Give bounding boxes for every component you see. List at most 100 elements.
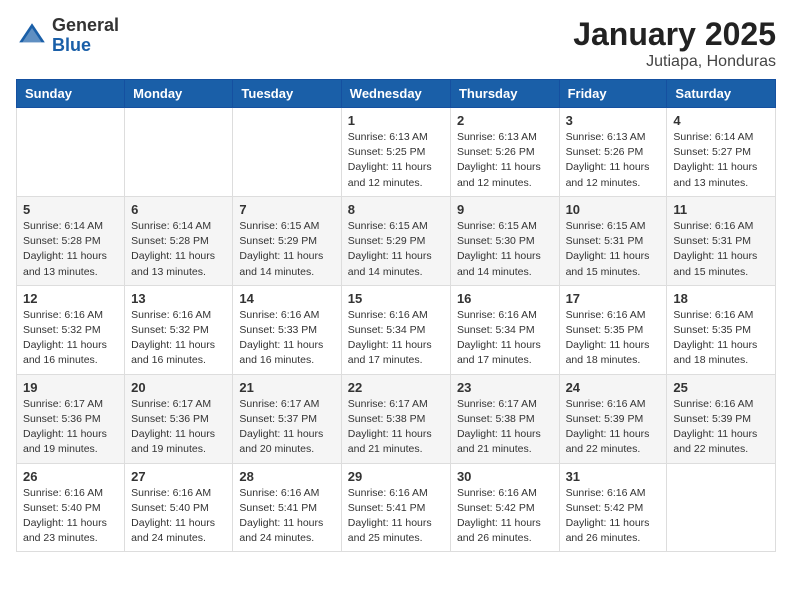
day-number: 22: [348, 380, 444, 395]
calendar-cell: 25 Sunrise: 6:16 AM Sunset: 5:39 PM Dayli…: [667, 374, 776, 463]
day-info: Sunrise: 6:16 AM Sunset: 5:40 PM Dayligh…: [23, 486, 118, 547]
day-header-thursday: Thursday: [450, 80, 559, 108]
calendar-cell: 13 Sunrise: 6:16 AM Sunset: 5:32 PM Dayli…: [125, 285, 233, 374]
calendar-cell: 16 Sunrise: 6:16 AM Sunset: 5:34 PM Dayli…: [450, 285, 559, 374]
day-number: 13: [131, 291, 226, 306]
calendar-cell: 7Sunrise: 6:15 AM Sunset: 5:29 PM Daylig…: [233, 196, 341, 285]
day-number: 15: [348, 291, 444, 306]
day-number: 24: [566, 380, 661, 395]
day-info: Sunrise: 6:16 AM Sunset: 5:32 PM Dayligh…: [131, 308, 226, 369]
day-number: 20: [131, 380, 226, 395]
day-number: 25: [673, 380, 769, 395]
day-info: Sunrise: 6:13 AM Sunset: 5:26 PM Dayligh…: [457, 130, 553, 191]
day-info: Sunrise: 6:16 AM Sunset: 5:41 PM Dayligh…: [348, 486, 444, 547]
day-number: 14: [239, 291, 334, 306]
page-header: General Blue January 2025 Jutiapa, Hondu…: [16, 16, 776, 71]
calendar-cell: 17 Sunrise: 6:16 AM Sunset: 5:35 PM Dayli…: [559, 285, 667, 374]
calendar-cell: [17, 108, 125, 197]
day-header-monday: Monday: [125, 80, 233, 108]
calendar-cell: 14 Sunrise: 6:16 AM Sunset: 5:33 PM Dayli…: [233, 285, 341, 374]
calendar-body: 1Sunrise: 6:13 AM Sunset: 5:25 PM Daylig…: [17, 108, 776, 552]
calendar-cell: 21Sunrise: 6:17 AM Sunset: 5:37 PM Dayli…: [233, 374, 341, 463]
day-header-saturday: Saturday: [667, 80, 776, 108]
day-number: 18: [673, 291, 769, 306]
day-info: Sunrise: 6:17 AM Sunset: 5:36 PM Dayligh…: [23, 397, 118, 458]
logo-general-text: General: [52, 16, 119, 36]
calendar-week-1: 1Sunrise: 6:13 AM Sunset: 5:25 PM Daylig…: [17, 108, 776, 197]
day-number: 19: [23, 380, 118, 395]
day-number: 17: [566, 291, 661, 306]
calendar-cell: 31 Sunrise: 6:16 AM Sunset: 5:42 PM Dayli…: [559, 463, 667, 552]
day-number: 1: [348, 113, 444, 128]
day-info: Sunrise: 6:16 AM Sunset: 5:42 PM Dayligh…: [566, 486, 661, 547]
logo-text: General Blue: [52, 16, 119, 56]
calendar-cell: 15 Sunrise: 6:16 AM Sunset: 5:34 PM Dayli…: [341, 285, 450, 374]
day-info: Sunrise: 6:16 AM Sunset: 5:32 PM Dayligh…: [23, 308, 118, 369]
calendar-cell: 19 Sunrise: 6:17 AM Sunset: 5:36 PM Dayli…: [17, 374, 125, 463]
day-number: 23: [457, 380, 553, 395]
day-number: 3: [566, 113, 661, 128]
calendar-cell: 4Sunrise: 6:14 AM Sunset: 5:27 PM Daylig…: [667, 108, 776, 197]
day-info: Sunrise: 6:16 AM Sunset: 5:33 PM Dayligh…: [239, 308, 334, 369]
logo-icon: [16, 20, 48, 52]
day-info: Sunrise: 6:16 AM Sunset: 5:35 PM Dayligh…: [566, 308, 661, 369]
day-number: 2: [457, 113, 553, 128]
location-text: Jutiapa, Honduras: [573, 53, 776, 71]
title-area: January 2025 Jutiapa, Honduras: [573, 16, 776, 71]
day-info: Sunrise: 6:16 AM Sunset: 5:35 PM Dayligh…: [673, 308, 769, 369]
day-header-friday: Friday: [559, 80, 667, 108]
day-info: Sunrise: 6:15 AM Sunset: 5:29 PM Dayligh…: [348, 219, 444, 280]
days-of-week-row: SundayMondayTuesdayWednesdayThursdayFrid…: [17, 80, 776, 108]
day-info: Sunrise: 6:15 AM Sunset: 5:30 PM Dayligh…: [457, 219, 553, 280]
day-number: 6: [131, 202, 226, 217]
day-number: 27: [131, 469, 226, 484]
calendar-cell: 3 Sunrise: 6:13 AM Sunset: 5:26 PM Daylig…: [559, 108, 667, 197]
calendar-cell: 30 Sunrise: 6:16 AM Sunset: 5:42 PM Dayli…: [450, 463, 559, 552]
day-info: Sunrise: 6:16 AM Sunset: 5:39 PM Dayligh…: [673, 397, 769, 458]
calendar-cell: 20 Sunrise: 6:17 AM Sunset: 5:36 PM Dayli…: [125, 374, 233, 463]
calendar-week-5: 26 Sunrise: 6:16 AM Sunset: 5:40 PM Dayli…: [17, 463, 776, 552]
day-number: 26: [23, 469, 118, 484]
calendar-cell: 26 Sunrise: 6:16 AM Sunset: 5:40 PM Dayli…: [17, 463, 125, 552]
day-info: Sunrise: 6:16 AM Sunset: 5:34 PM Dayligh…: [348, 308, 444, 369]
day-info: Sunrise: 6:16 AM Sunset: 5:34 PM Dayligh…: [457, 308, 553, 369]
day-number: 8: [348, 202, 444, 217]
day-info: Sunrise: 6:15 AM Sunset: 5:29 PM Dayligh…: [239, 219, 334, 280]
month-title: January 2025: [573, 16, 776, 53]
logo: General Blue: [16, 16, 119, 56]
day-number: 31: [566, 469, 661, 484]
day-info: Sunrise: 6:13 AM Sunset: 5:26 PM Dayligh…: [566, 130, 661, 191]
day-info: Sunrise: 6:16 AM Sunset: 5:41 PM Dayligh…: [239, 486, 334, 547]
calendar-week-3: 12 Sunrise: 6:16 AM Sunset: 5:32 PM Dayli…: [17, 285, 776, 374]
logo-blue-text: Blue: [52, 36, 119, 56]
calendar-cell: 29Sunrise: 6:16 AM Sunset: 5:41 PM Dayli…: [341, 463, 450, 552]
day-number: 5: [23, 202, 118, 217]
day-number: 21: [239, 380, 334, 395]
day-info: Sunrise: 6:16 AM Sunset: 5:42 PM Dayligh…: [457, 486, 553, 547]
day-number: 16: [457, 291, 553, 306]
day-info: Sunrise: 6:14 AM Sunset: 5:28 PM Dayligh…: [23, 219, 118, 280]
calendar-cell: 5 Sunrise: 6:14 AM Sunset: 5:28 PM Daylig…: [17, 196, 125, 285]
day-info: Sunrise: 6:17 AM Sunset: 5:38 PM Dayligh…: [348, 397, 444, 458]
calendar-cell: 27Sunrise: 6:16 AM Sunset: 5:40 PM Dayli…: [125, 463, 233, 552]
day-info: Sunrise: 6:16 AM Sunset: 5:39 PM Dayligh…: [566, 397, 661, 458]
day-info: Sunrise: 6:17 AM Sunset: 5:36 PM Dayligh…: [131, 397, 226, 458]
calendar-cell: [233, 108, 341, 197]
calendar-week-4: 19 Sunrise: 6:17 AM Sunset: 5:36 PM Dayli…: [17, 374, 776, 463]
calendar-cell: 10Sunrise: 6:15 AM Sunset: 5:31 PM Dayli…: [559, 196, 667, 285]
day-header-sunday: Sunday: [17, 80, 125, 108]
calendar-header: SundayMondayTuesdayWednesdayThursdayFrid…: [17, 80, 776, 108]
day-number: 28: [239, 469, 334, 484]
calendar-cell: 1Sunrise: 6:13 AM Sunset: 5:25 PM Daylig…: [341, 108, 450, 197]
calendar-cell: 28 Sunrise: 6:16 AM Sunset: 5:41 PM Dayli…: [233, 463, 341, 552]
calendar-cell: 23Sunrise: 6:17 AM Sunset: 5:38 PM Dayli…: [450, 374, 559, 463]
day-number: 12: [23, 291, 118, 306]
day-number: 30: [457, 469, 553, 484]
calendar-week-2: 5 Sunrise: 6:14 AM Sunset: 5:28 PM Daylig…: [17, 196, 776, 285]
day-number: 10: [566, 202, 661, 217]
calendar-cell: 22 Sunrise: 6:17 AM Sunset: 5:38 PM Dayli…: [341, 374, 450, 463]
calendar-cell: 8 Sunrise: 6:15 AM Sunset: 5:29 PM Daylig…: [341, 196, 450, 285]
day-number: 4: [673, 113, 769, 128]
day-info: Sunrise: 6:14 AM Sunset: 5:28 PM Dayligh…: [131, 219, 226, 280]
calendar-cell: [125, 108, 233, 197]
